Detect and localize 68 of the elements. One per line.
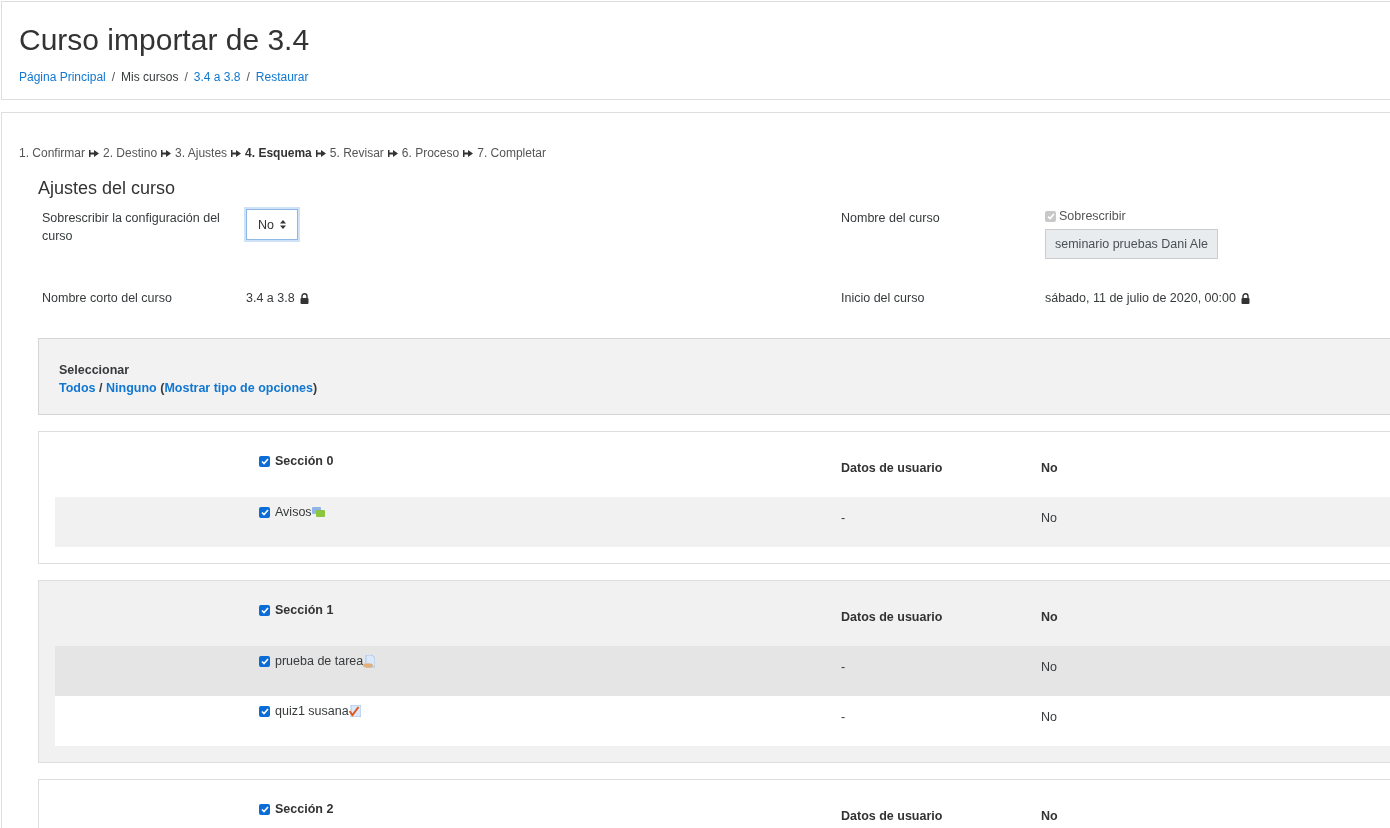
step-label: 2. Destino xyxy=(103,146,158,160)
user-data-label: Datos de usuario xyxy=(841,609,944,626)
lock-icon xyxy=(299,292,309,304)
show-options-link[interactable]: Mostrar tipo de opciones xyxy=(164,381,313,395)
arrow-icon xyxy=(315,149,326,157)
select-none-link[interactable]: Ninguno xyxy=(106,381,157,395)
step-label: 6. Proceso xyxy=(401,146,460,160)
section-name: Sección 1 xyxy=(275,603,334,617)
step-label: 5. Revisar xyxy=(329,146,384,160)
arrow-icon xyxy=(231,149,242,157)
breadcrumb-link[interactable]: Restaurar xyxy=(255,70,309,84)
field-value: 3.4 a 3.8 xyxy=(246,291,295,305)
lock-icon xyxy=(1240,292,1250,304)
activity-user-data: - xyxy=(841,510,847,527)
page-title: Curso importar de 3.4 xyxy=(19,22,311,58)
user-data-value: No xyxy=(1041,808,1059,825)
step-label: 1. Confirmar xyxy=(19,146,86,160)
arrow-icon xyxy=(463,149,474,157)
activity-name: quiz1 susana xyxy=(275,704,349,718)
checkbox[interactable] xyxy=(259,605,270,616)
field-label: Inicio del curso xyxy=(841,290,926,307)
chat-bubbles-icon xyxy=(311,506,325,518)
field-label: Sobrescribir la configuración del curso xyxy=(42,210,221,245)
sort-caret-icon xyxy=(280,220,286,229)
arrow-icon xyxy=(89,149,100,157)
section-name: Sección 0 xyxy=(275,454,334,468)
checkbox-label: Sobrescribir xyxy=(1059,209,1126,223)
breadcrumb-separator: / xyxy=(184,70,188,84)
overwrite-select[interactable]: No xyxy=(246,209,298,240)
checkbox[interactable] xyxy=(259,804,270,815)
user-data-value: No xyxy=(1041,609,1059,626)
breadcrumb-link[interactable]: 3.4 a 3.8 xyxy=(193,70,241,84)
separator-text: / xyxy=(99,381,103,395)
user-data-label: Datos de usuario xyxy=(841,460,944,477)
user-data-value: No xyxy=(1041,460,1059,477)
activity-name: prueba de tarea xyxy=(275,654,364,668)
document-hand-icon xyxy=(363,654,376,668)
field-label: Nombre corto del curso xyxy=(42,290,173,307)
arrow-icon xyxy=(161,149,172,157)
breadcrumb-separator: / xyxy=(111,70,116,84)
user-data-label: Datos de usuario xyxy=(841,808,944,825)
breadcrumb-item: Mis cursos xyxy=(121,70,179,84)
activity-user-data: - xyxy=(841,709,847,726)
arrow-icon xyxy=(387,149,398,157)
activity-value: No xyxy=(1041,510,1058,527)
course-name-field[interactable]: seminario pruebas Dani Ale xyxy=(1045,229,1218,259)
field-label: Nombre del curso xyxy=(841,210,941,227)
activity-value: No xyxy=(1041,709,1058,726)
section-name: Sección 2 xyxy=(275,802,334,816)
activity-user-data: - xyxy=(841,659,847,676)
step-label: 7. Completar xyxy=(477,146,546,160)
activity-value: No xyxy=(1041,659,1058,676)
checkbox[interactable] xyxy=(259,656,270,667)
paren-text: ( xyxy=(160,381,165,395)
step-label: 4. Esquema xyxy=(245,146,312,160)
step-label: 3. Ajustes xyxy=(175,146,228,160)
checkbox[interactable] xyxy=(259,706,270,717)
breadcrumb-separator: / xyxy=(246,70,250,84)
checkbox[interactable] xyxy=(259,456,270,467)
select-title: Seleccionar xyxy=(59,362,131,379)
section-heading: Ajustes del curso xyxy=(38,178,177,199)
checkbox[interactable] xyxy=(259,507,270,518)
paren-text: ) xyxy=(313,381,318,395)
select-all-link[interactable]: Todos xyxy=(59,381,96,395)
activity-name: Avisos xyxy=(275,505,312,519)
field-value: sábado, 11 de julio de 2020, 00:00 xyxy=(1045,291,1236,305)
breadcrumb-link[interactable]: Página Principal xyxy=(19,70,106,84)
document-check-icon xyxy=(348,705,361,717)
